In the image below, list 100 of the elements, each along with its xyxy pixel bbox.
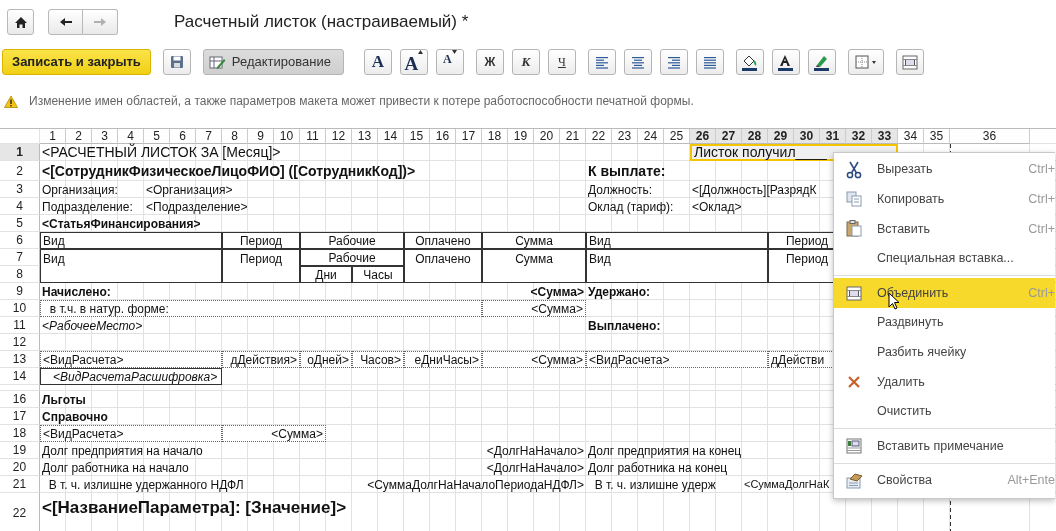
sheet-cell[interactable]: еДниЧасы> xyxy=(404,351,482,368)
sheet-cell[interactable]: Часы xyxy=(352,266,404,283)
bold-button[interactable]: Ж xyxy=(475,49,504,75)
sheet-cell[interactable]: Справочно xyxy=(40,408,222,425)
justify-button[interactable] xyxy=(695,49,724,75)
sheet-cell[interactable]: <СуммаДолгНаНачалоПериодаНДФЛ> xyxy=(326,476,586,493)
sheet-cell[interactable]: Вид xyxy=(40,232,222,249)
sheet-cell[interactable]: <РАСЧЕТНЫЙ ЛИСТОК ЗА [Месяц]> xyxy=(40,144,352,161)
row-header[interactable]: 12 xyxy=(0,334,40,351)
sheet-cell[interactable]: Период xyxy=(222,232,300,249)
sheet-cell[interactable]: <ВидРасчетаРасшифровка> xyxy=(40,368,222,385)
sheet-cell[interactable]: Часов> xyxy=(352,351,404,368)
column-header[interactable]: 15 xyxy=(404,129,430,144)
sheet-cell[interactable]: <Сумма> xyxy=(482,351,586,368)
row-header[interactable]: 21 xyxy=(0,476,40,493)
column-header[interactable]: 14 xyxy=(378,129,404,144)
column-header[interactable]: 30 xyxy=(794,129,820,144)
column-header[interactable]: 9 xyxy=(248,129,274,144)
sheet-cell[interactable]: дДействия> xyxy=(222,351,300,368)
column-header[interactable]: 12 xyxy=(326,129,352,144)
font-button[interactable]: A xyxy=(363,49,392,75)
sheet-cell[interactable]: Дни xyxy=(300,266,352,283)
row-header[interactable]: 20 xyxy=(0,459,40,476)
column-header[interactable]: 1 xyxy=(40,129,66,144)
sheet-cell[interactable]: Долг предприятия на начало xyxy=(40,442,300,459)
sheet-cell[interactable]: <Оклад> xyxy=(690,198,794,215)
row-header[interactable]: 22 xyxy=(0,493,40,531)
row-header[interactable]: 19 xyxy=(0,442,40,459)
column-header[interactable]: 36 xyxy=(950,129,1030,144)
menu-item[interactable]: Удалить xyxy=(834,367,1055,397)
column-header[interactable]: 20 xyxy=(534,129,560,144)
column-header[interactable]: 28 xyxy=(742,129,768,144)
sheet-cell[interactable]: Организация: xyxy=(40,181,144,198)
cell-button[interactable] xyxy=(895,49,924,75)
decrease-font-button[interactable]: A xyxy=(435,49,464,75)
save-and-close-button[interactable]: Записать и закрыть xyxy=(2,49,151,75)
underline-button[interactable]: Ч xyxy=(547,49,576,75)
sheet-cell[interactable]: <Сумма> xyxy=(482,300,586,317)
sheet-cell[interactable]: <ВидРасчета> xyxy=(40,425,222,442)
borders-button[interactable] xyxy=(847,49,884,75)
column-header[interactable]: 3 xyxy=(92,129,118,144)
column-header[interactable]: 27 xyxy=(716,129,742,144)
sheet-cell[interactable]: Подразделение: xyxy=(40,198,144,215)
column-header[interactable]: 23 xyxy=(612,129,638,144)
row-header[interactable]: 5 xyxy=(0,215,40,232)
sheet-cell[interactable]: Оплачено xyxy=(404,232,482,249)
sheet-cell[interactable]: Долг предприятия на конец xyxy=(586,442,820,459)
sheet-cell[interactable]: <ВидРасчета> xyxy=(586,351,768,368)
sheet-cell[interactable]: <СтатьяФинансирования> xyxy=(40,215,274,232)
home-button[interactable] xyxy=(7,9,34,35)
sheet-cell[interactable]: <Сумма> xyxy=(222,425,326,442)
text-color-button[interactable] xyxy=(771,49,800,75)
sheet-cell[interactable]: Должность: xyxy=(586,181,690,198)
sheet-cell[interactable]: Период xyxy=(222,249,300,283)
column-header[interactable]: 16 xyxy=(430,129,456,144)
highlight-button[interactable] xyxy=(807,49,836,75)
sheet-cell[interactable]: Вид xyxy=(586,232,768,249)
sheet-cell[interactable]: Сумма xyxy=(482,249,586,283)
sheet-cell[interactable]: В т. ч. излишне удержанного НДФЛ xyxy=(40,476,326,493)
column-header[interactable]: 21 xyxy=(560,129,586,144)
menu-item[interactable]: Вставить примечание xyxy=(834,431,1055,461)
menu-item[interactable]: Копировать Ctrl+ xyxy=(834,184,1055,215)
sheet-cell[interactable]: Начислено: xyxy=(40,283,222,300)
column-header[interactable]: 2 xyxy=(66,129,92,144)
sheet-cell[interactable]: Рабочие xyxy=(300,249,404,266)
align-right-button[interactable] xyxy=(659,49,688,75)
sheet-cell[interactable]: Выплачено: xyxy=(586,317,768,334)
row-header[interactable]: 1 xyxy=(0,144,40,161)
sheet-cell[interactable]: Вид xyxy=(40,249,222,283)
save-button[interactable] xyxy=(162,49,191,75)
column-header[interactable]: 29 xyxy=(768,129,794,144)
sheet-cell[interactable]: Оплачено xyxy=(404,249,482,283)
column-header[interactable]: 6 xyxy=(170,129,196,144)
sheet-cell[interactable]: К выплате: xyxy=(586,161,716,181)
sheet-cell[interactable]: <ВидРасчета> xyxy=(40,351,222,368)
column-header[interactable]: 22 xyxy=(586,129,612,144)
row-header[interactable]: 4 xyxy=(0,198,40,215)
row-header[interactable]: 16 xyxy=(0,391,40,408)
increase-font-button[interactable]: A xyxy=(399,49,428,75)
menu-item[interactable]: Свойства Alt+Ente xyxy=(834,465,1055,496)
menu-item[interactable]: Объединить Ctrl+ xyxy=(834,278,1055,308)
fill-color-button[interactable] xyxy=(735,49,764,75)
column-header[interactable]: 7 xyxy=(196,129,222,144)
row-header[interactable]: 2 xyxy=(0,161,40,181)
align-center-button[interactable] xyxy=(623,49,652,75)
sheet-cell[interactable]: <Сумма> xyxy=(482,283,586,300)
column-header[interactable]: 4 xyxy=(118,129,144,144)
editing-toggle[interactable]: Редактирование xyxy=(202,49,344,75)
column-header[interactable]: 34 xyxy=(898,129,924,144)
column-header[interactable]: 18 xyxy=(482,129,508,144)
row-header[interactable]: 9 xyxy=(0,283,40,300)
menu-item[interactable]: Очистить xyxy=(834,396,1055,427)
sheet-cell[interactable]: <[СотрудникФизическоеЛицоФИО] ([СотрудникКод])> xyxy=(40,161,508,181)
sheet-cell[interactable]: <Подразделение> xyxy=(144,198,326,215)
sheet-cell[interactable]: <РабочееМесто> xyxy=(40,317,222,334)
back-button[interactable] xyxy=(48,9,83,35)
row-header[interactable]: 8 xyxy=(0,266,40,283)
column-header[interactable]: 33 xyxy=(872,129,898,144)
sheet-cell[interactable]: Вид xyxy=(586,249,768,283)
column-header[interactable]: 24 xyxy=(638,129,664,144)
